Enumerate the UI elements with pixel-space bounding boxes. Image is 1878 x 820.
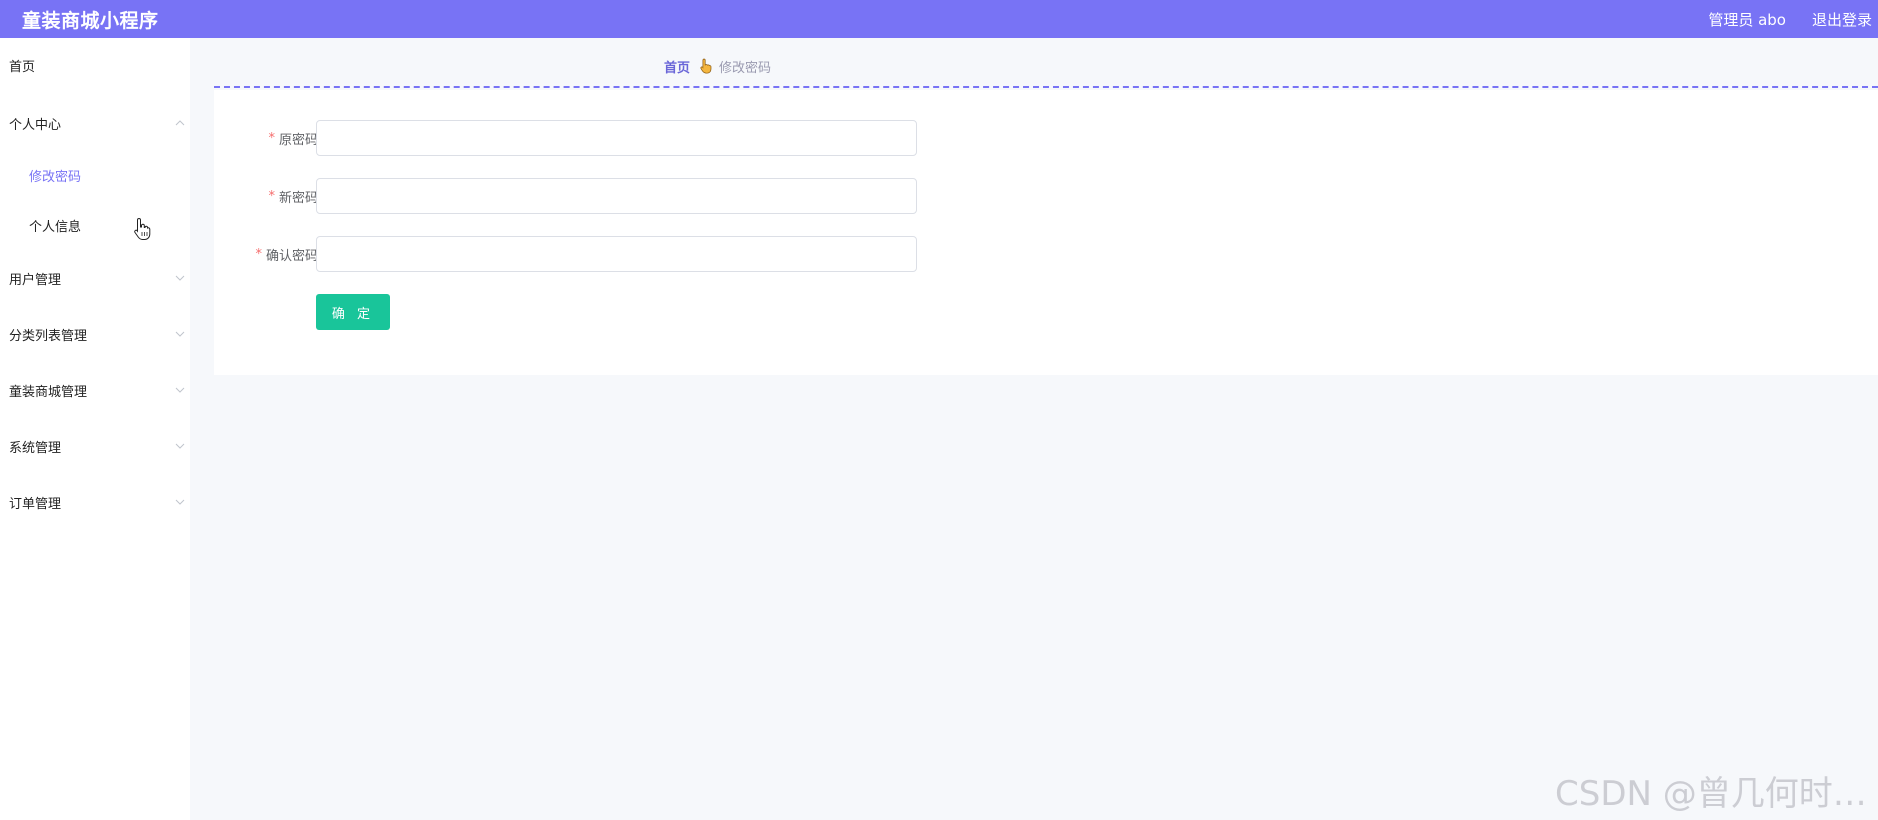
sidebar-item-label: 分类列表管理 bbox=[9, 328, 88, 344]
chevron-up-icon bbox=[173, 116, 187, 130]
current-user-label: 管理员 abo bbox=[1708, 10, 1786, 29]
hand-emoji-icon bbox=[699, 58, 713, 74]
chevron-down-icon bbox=[173, 327, 187, 341]
sidebar-item-order-management[interactable]: 订单管理 bbox=[9, 492, 187, 512]
chevron-down-icon bbox=[173, 383, 187, 397]
breadcrumb-current: 修改密码 bbox=[719, 60, 772, 76]
change-password-form: * 原密码 * 新密码 * 确认密码 确 定 bbox=[214, 90, 1878, 375]
watermark-text: CSDN @曾几何时… bbox=[1555, 774, 1867, 814]
sidebar-item-label: 系统管理 bbox=[9, 440, 62, 456]
sidebar-item-user-management[interactable]: 用户管理 bbox=[9, 268, 187, 288]
field-label-text: 原密码 bbox=[278, 132, 318, 148]
sidebar-subitem-label: 修改密码 bbox=[29, 169, 82, 185]
sidebar-menu: 首页 个人中心 修改密码 个人信息 用户管理 分类列表管理 童装商城管理 系统管… bbox=[0, 38, 190, 820]
required-asterisk: * bbox=[255, 246, 262, 262]
breadcrumb: 首页 修改密码 bbox=[664, 57, 772, 76]
form-row-new-password: * 新密码 bbox=[214, 178, 934, 214]
sidebar-item-store-management[interactable]: 童装商城管理 bbox=[9, 380, 187, 400]
new-password-input[interactable] bbox=[316, 178, 917, 214]
field-label-text: 新密码 bbox=[278, 190, 318, 206]
sidebar-item-label: 订单管理 bbox=[9, 496, 62, 512]
header-right: 管理员 abo 退出登录 bbox=[1708, 0, 1878, 38]
confirm-password-input[interactable] bbox=[316, 236, 917, 272]
new-password-label: * 新密码 bbox=[268, 178, 318, 214]
sidebar-item-label: 用户管理 bbox=[9, 272, 62, 288]
sidebar-subitem-change-password[interactable]: 修改密码 bbox=[29, 165, 81, 185]
sidebar-item-label: 童装商城管理 bbox=[9, 384, 88, 400]
sidebar-subitem-label: 个人信息 bbox=[29, 219, 82, 235]
sidebar-item-system-management[interactable]: 系统管理 bbox=[9, 436, 187, 456]
sidebar-item-category-management[interactable]: 分类列表管理 bbox=[9, 324, 187, 344]
form-row-confirm-password: * 确认密码 bbox=[214, 236, 934, 272]
top-header: 童装商城小程序 管理员 abo 退出登录 bbox=[0, 0, 1878, 38]
old-password-input[interactable] bbox=[316, 120, 917, 156]
app-title: 童装商城小程序 bbox=[22, 9, 159, 32]
sidebar-subitem-personal-info[interactable]: 个人信息 bbox=[29, 215, 81, 235]
chevron-down-icon bbox=[173, 271, 187, 285]
breadcrumb-divider bbox=[214, 86, 1878, 88]
required-asterisk: * bbox=[268, 188, 275, 204]
sidebar-item-label: 首页 bbox=[9, 59, 36, 75]
old-password-label: * 原密码 bbox=[268, 120, 318, 156]
sidebar-item-home[interactable]: 首页 bbox=[9, 55, 187, 75]
breadcrumb-home-link[interactable]: 首页 bbox=[664, 57, 690, 76]
chevron-down-icon bbox=[173, 439, 187, 453]
form-row-old-password: * 原密码 bbox=[214, 120, 934, 156]
pointer-cursor-icon bbox=[134, 217, 151, 240]
field-label-text: 确认密码 bbox=[265, 248, 318, 264]
sidebar-item-label: 个人中心 bbox=[9, 117, 62, 133]
sidebar-item-personal-center[interactable]: 个人中心 bbox=[9, 113, 187, 133]
logout-link[interactable]: 退出登录 bbox=[1812, 9, 1872, 30]
confirm-password-label: * 确认密码 bbox=[255, 236, 318, 272]
chevron-down-icon bbox=[173, 495, 187, 509]
confirm-button[interactable]: 确 定 bbox=[316, 294, 390, 330]
required-asterisk: * bbox=[268, 130, 275, 146]
